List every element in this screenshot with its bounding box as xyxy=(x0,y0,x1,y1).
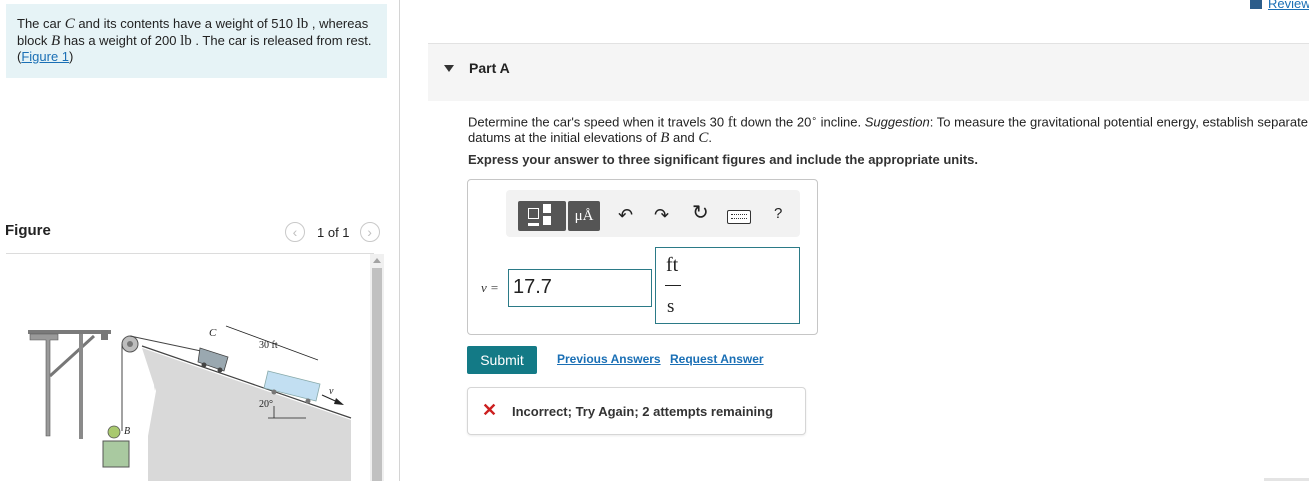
label-distance: 30 ft xyxy=(259,340,278,351)
pulley xyxy=(121,335,139,353)
scroll-up-icon[interactable] xyxy=(373,258,381,263)
undo-icon[interactable]: ↶ xyxy=(618,206,633,224)
incline xyxy=(141,345,352,481)
template-icon xyxy=(528,208,539,219)
previous-figure-button[interactable]: ‹ xyxy=(285,222,305,242)
review-label: Review xyxy=(1268,0,1309,11)
redo-icon[interactable]: ↷ xyxy=(654,206,669,224)
panel-divider xyxy=(399,0,400,481)
request-answer-link[interactable]: Request Answer xyxy=(670,352,764,366)
question-line-2: datums at the initial elevations of B an… xyxy=(468,130,1309,146)
problem-text: ) xyxy=(69,49,74,64)
car-c xyxy=(197,347,229,373)
figure-scrollbar[interactable] xyxy=(370,254,384,481)
label-angle: 20° xyxy=(259,399,273,410)
caret-down-icon xyxy=(444,65,454,72)
question-fragment: incline. xyxy=(817,114,865,130)
figure-image: C 30 ft 20° v B xyxy=(28,325,352,481)
divider xyxy=(6,253,374,254)
label-c: C xyxy=(209,327,217,339)
keyboard-keys xyxy=(731,218,747,220)
figure-counter: 1 of 1 xyxy=(317,224,350,240)
math-toolbar: μÅ ↶ ↷ ↻ ? xyxy=(506,190,800,237)
unit-ft: ft xyxy=(727,114,737,131)
feedback-message: Incorrect; Try Again; 2 attempts remaini… xyxy=(512,404,774,419)
problem-text: The car xyxy=(17,16,65,31)
part-title: Part A xyxy=(469,60,510,76)
help-button[interactable]: ? xyxy=(774,205,782,223)
previous-answers-link[interactable]: Previous Answers xyxy=(557,352,661,366)
label-v: v xyxy=(329,386,334,397)
cable xyxy=(129,335,202,352)
question-fragment: : To measure the gravitational potential… xyxy=(929,114,1308,130)
keyboard-icon[interactable] xyxy=(727,210,751,224)
units-button[interactable]: μÅ xyxy=(568,201,600,231)
question-fragment: datums at the initial elevations of xyxy=(468,130,661,146)
reset-icon[interactable]: ↻ xyxy=(692,203,709,223)
problem-text: and its contents have a weight of 510 xyxy=(74,16,297,31)
scrollbar-thumb[interactable] xyxy=(372,268,382,481)
templates-button[interactable] xyxy=(518,201,566,231)
question-fragment: down the 20 xyxy=(736,114,812,130)
keyboard-keys xyxy=(731,214,747,216)
units-input[interactable]: ft s xyxy=(655,247,800,324)
question-fragment: and xyxy=(669,130,699,146)
problem-text: has a weight of 200 xyxy=(60,32,181,48)
answer-box: μÅ ↶ ↷ ↻ ? v = 17.7 ft s xyxy=(467,179,818,335)
unit-numerator: ft xyxy=(666,254,679,276)
incorrect-icon: ✕ xyxy=(482,400,498,420)
book-icon xyxy=(1250,0,1262,9)
block-variable: B xyxy=(50,32,61,49)
question-fragment: Determine the car's speed when it travel… xyxy=(468,114,728,130)
figure-pagination: ‹ 1 of 1 › xyxy=(285,222,380,242)
template-icon xyxy=(543,204,551,213)
template-icon xyxy=(528,223,539,226)
answer-instruction: Express your answer to three significant… xyxy=(468,152,978,167)
feedback-box: ✕ Incorrect; Try Again; 2 attempts remai… xyxy=(467,387,806,435)
variable-c: C xyxy=(698,130,709,147)
velocity-arrow xyxy=(334,398,344,405)
car-variable: C xyxy=(64,16,75,32)
part-a-header[interactable]: Part A xyxy=(428,43,1309,101)
question-text: Determine the car's speed when it travel… xyxy=(468,110,1309,146)
figure-heading: Figure xyxy=(5,222,51,239)
fraction-bar xyxy=(665,285,681,286)
label-b: B xyxy=(124,426,130,437)
chevron-left-icon: ‹ xyxy=(292,224,298,240)
review-link[interactable]: Review xyxy=(1250,0,1309,11)
unit-denominator: s xyxy=(667,296,675,317)
figure-link[interactable]: Figure 1 xyxy=(21,49,69,64)
variable-label: v = xyxy=(481,280,499,295)
template-icon xyxy=(543,216,551,225)
question-line-1: Determine the car's speed when it travel… xyxy=(468,110,1309,130)
chevron-right-icon: › xyxy=(367,224,372,240)
submit-button[interactable]: Submit xyxy=(467,346,537,374)
problem-statement: The car C and its contents have a weight… xyxy=(6,4,387,78)
value-input[interactable]: 17.7 xyxy=(508,269,652,307)
support-frame xyxy=(28,330,111,439)
unit-lb: lb xyxy=(296,16,309,32)
suggestion-label: Suggestion xyxy=(864,114,930,130)
question-fragment: . xyxy=(708,130,712,146)
next-figure-button[interactable]: › xyxy=(359,222,380,242)
unit-lb: lb xyxy=(180,32,192,49)
